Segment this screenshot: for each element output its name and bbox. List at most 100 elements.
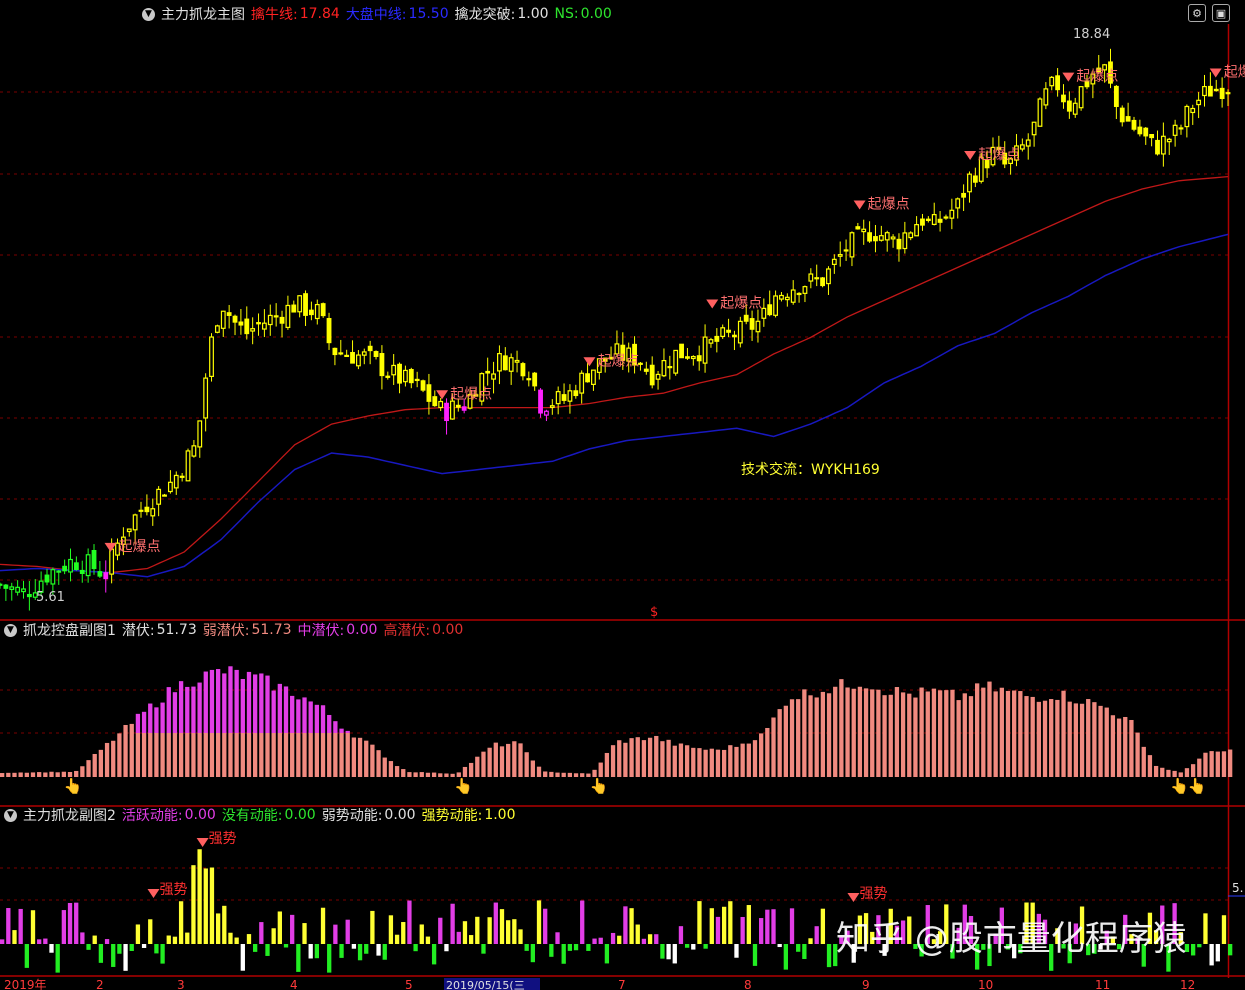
sub1-bar (536, 766, 542, 777)
candle-body (491, 373, 496, 380)
candle-body (344, 354, 350, 358)
sub2-edge-label: 5. (1232, 881, 1243, 895)
sub2-bar (43, 938, 48, 944)
sub2-bar (826, 944, 832, 968)
sub1-bar (141, 711, 147, 733)
gem-icon (1062, 72, 1075, 82)
sub1-bar (376, 750, 381, 777)
sub1-bar (907, 693, 912, 777)
sub1-bar (314, 704, 320, 733)
sub2-bar (141, 944, 147, 948)
sub2-bar (61, 910, 67, 944)
candle-body (50, 569, 56, 585)
sub1-bar (635, 737, 640, 777)
candle-body (1031, 121, 1037, 136)
sub1-bar (259, 733, 264, 777)
candle-body (1078, 86, 1084, 109)
sub1-bar (962, 693, 967, 777)
sub1-bar (1153, 765, 1159, 777)
sub1-bar (1123, 716, 1128, 777)
candle-body (538, 389, 543, 414)
sub1-bar (1203, 752, 1208, 777)
candle-body (15, 586, 21, 593)
sub1-bar (333, 721, 338, 733)
candle-body (591, 369, 596, 385)
candle-body (1019, 144, 1025, 150)
sub1-bar (462, 766, 468, 777)
sub1-bar (80, 766, 85, 777)
high-price-label: 18.84 (1073, 27, 1110, 42)
sub1-bar (86, 760, 91, 777)
sub2-bar (746, 905, 751, 944)
sub1-bar (215, 669, 221, 733)
hand-pointer-icon: 👆 (1187, 777, 1206, 795)
sub2-bar (160, 944, 165, 964)
candle-body (949, 209, 955, 219)
sub2-bar (277, 911, 282, 944)
candle-body (761, 307, 767, 319)
sub2-bar (320, 907, 326, 944)
sub1-bar (209, 669, 215, 733)
signal-label: 起爆点 (1076, 69, 1118, 85)
sub1-bar (981, 687, 986, 777)
sub1-bar (1061, 690, 1066, 777)
candle-body (1037, 98, 1043, 127)
sub2-bar (154, 944, 159, 954)
sub1-bar (431, 772, 437, 777)
candle-body (267, 314, 273, 326)
sub1-bar (647, 737, 653, 777)
gem-icon (583, 357, 596, 367)
sub1-bar (388, 761, 394, 777)
sub2-bar (259, 922, 264, 944)
sub1-bar (555, 772, 560, 777)
sub2-bar (518, 929, 523, 944)
sub1-bar (271, 733, 276, 777)
sub2-bar (475, 916, 480, 944)
sub2-bar (456, 931, 461, 944)
sub1-bar (1190, 764, 1196, 777)
signal-markers: 起爆点起爆点起爆点起爆点起爆点起爆点起爆点起爆点 (104, 65, 1245, 555)
candle-body (573, 390, 579, 397)
sub1-bar (654, 735, 659, 777)
sub2-bar (684, 944, 690, 948)
sub1-bar (1104, 707, 1109, 777)
sub1-bar (246, 733, 252, 777)
sub1-bar (1042, 700, 1048, 777)
sub1-bar (308, 733, 313, 777)
sub1-bar (789, 699, 795, 777)
candle-body (21, 588, 26, 593)
sub2-bar (438, 917, 443, 944)
candle-body (56, 570, 62, 573)
stock-chart[interactable]: 👆👆👆👆👆 强势强势强势 起爆点起爆点起爆点起爆点起爆点起爆点起爆点起爆点 18… (0, 0, 1245, 990)
axis-label: 4 (290, 978, 298, 990)
sub1-bar (925, 691, 930, 777)
sub2-bar (290, 914, 295, 944)
sub1-bar (506, 743, 511, 777)
sub1-bar (357, 737, 363, 777)
sub2-bar (12, 930, 17, 944)
candle-body (103, 572, 109, 580)
sub1-bar (1049, 699, 1054, 777)
watermark: 知乎 @股市量化程序猿 (836, 919, 1187, 959)
axis-label: 2 (96, 978, 104, 990)
sub2-bar (709, 908, 714, 944)
sub2-bar (327, 944, 332, 973)
candle-body (802, 286, 808, 294)
candle-body (1049, 76, 1055, 87)
axis-label: 9 (862, 978, 870, 990)
sub1-bar (530, 760, 535, 777)
sub1-bar (339, 733, 344, 777)
sub1-bar (839, 679, 844, 777)
sub1-bar (740, 743, 745, 777)
sub1-histogram: 👆 👆 👆 👆👆 (0, 666, 1233, 795)
candle-body (908, 232, 914, 239)
candle-body (414, 378, 420, 382)
hand-pointer-icon: 👆 (589, 777, 608, 795)
sub1-bar (1215, 751, 1220, 777)
candle-body (355, 354, 361, 367)
candle-body (250, 328, 256, 332)
candle-body (1119, 107, 1125, 123)
sub1-bar (12, 772, 17, 777)
sub2-bar (37, 939, 42, 944)
sub1-bar (141, 733, 147, 777)
